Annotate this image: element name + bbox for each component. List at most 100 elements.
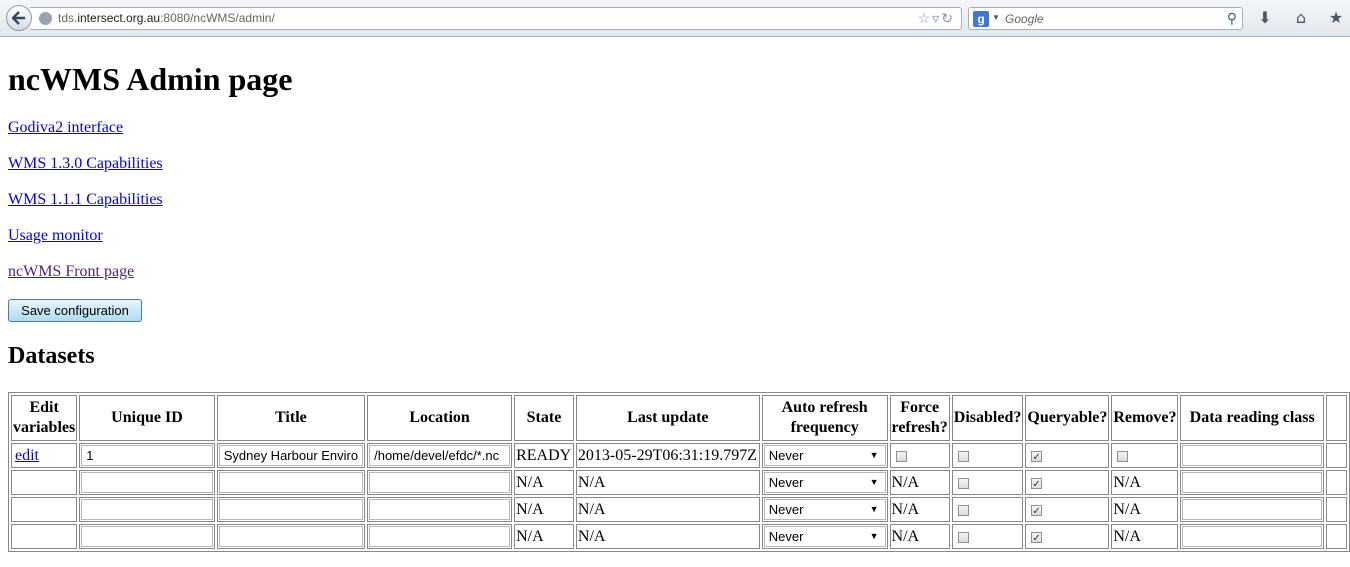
remove-checkbox[interactable] xyxy=(1117,450,1129,462)
data-class-input[interactable] xyxy=(1182,499,1322,520)
datasets-heading: Datasets xyxy=(8,343,95,369)
queryable-checkbox[interactable] xyxy=(1031,528,1043,549)
state-cell: N/A xyxy=(514,497,574,522)
col-edit-variables: Edit variables xyxy=(11,395,78,441)
last-update-cell: N/A xyxy=(575,524,760,549)
queryable-checkbox[interactable] xyxy=(1031,474,1043,495)
overflow-cell xyxy=(1325,443,1347,468)
datasets-table-wrap: Edit variables Unique ID Title Location S… xyxy=(8,392,1350,552)
unique-id-input[interactable]: 1 xyxy=(81,445,213,466)
refresh-cell: Never ▼ xyxy=(761,524,888,549)
location-cell xyxy=(367,524,513,549)
back-arrow-icon xyxy=(12,11,25,25)
select-value: Never xyxy=(768,502,804,517)
address-bar[interactable]: tds.intersect.org.au:8080/ncWMS/admin/ ☆… xyxy=(30,7,962,30)
disabled-cell xyxy=(951,443,1024,468)
header-text: variables xyxy=(13,419,76,436)
force-refresh-cell xyxy=(889,443,950,468)
bookmarks-icon[interactable]: ★ xyxy=(1326,8,1346,28)
data-class-input[interactable] xyxy=(1182,445,1322,466)
page-title: ncWMS Admin page xyxy=(8,61,293,97)
queryable-checkbox[interactable] xyxy=(1031,501,1043,522)
select-value: Never xyxy=(768,529,804,544)
data-class-input[interactable] xyxy=(1182,472,1322,493)
col-force-refresh: Force refresh? xyxy=(889,395,950,441)
datasets-table: Edit variables Unique ID Title Location S… xyxy=(8,392,1350,552)
disabled-checkbox[interactable] xyxy=(957,504,969,516)
table-row: N/A N/A Never ▼ N/A N/A xyxy=(11,470,1347,495)
link-godiva2[interactable]: Godiva2 interface xyxy=(8,119,123,137)
remove-cell: N/A xyxy=(1111,524,1179,549)
title-input[interactable] xyxy=(218,472,364,493)
edit-cell xyxy=(11,470,78,495)
queryable-cell xyxy=(1025,443,1110,468)
location-input[interactable]: /home/devel/efdc/*.nc xyxy=(369,445,511,466)
force-refresh-checkbox[interactable] xyxy=(895,450,907,462)
edit-variables-link[interactable]: edit xyxy=(15,447,39,464)
refresh-frequency-select[interactable]: Never ▼ xyxy=(763,445,886,466)
col-location: Location xyxy=(367,395,513,441)
title-cell xyxy=(216,470,366,495)
unique-id-cell: 1 xyxy=(79,443,215,468)
search-bar[interactable]: g ▼ Google ⚲ xyxy=(968,7,1243,30)
force-refresh-cell: N/A xyxy=(889,470,950,495)
unique-id-input[interactable] xyxy=(81,472,213,493)
state-cell: N/A xyxy=(514,470,574,495)
refresh-frequency-select[interactable]: Never ▼ xyxy=(763,526,886,547)
state-cell: READY xyxy=(514,443,574,468)
title-input[interactable]: Sydney Harbour Enviro xyxy=(218,445,364,466)
title-cell xyxy=(216,497,366,522)
link-wms111-capabilities[interactable]: WMS 1.1.1 Capabilities xyxy=(8,191,163,209)
save-configuration-button[interactable]: Save configuration xyxy=(8,299,142,322)
location-input[interactable] xyxy=(369,472,511,493)
title-input[interactable] xyxy=(218,526,364,547)
remove-cell: N/A xyxy=(1111,470,1179,495)
search-magnifier-icon[interactable]: ⚲ xyxy=(1227,10,1237,27)
search-placeholder[interactable]: Google xyxy=(1005,12,1044,26)
header-text: frequency xyxy=(790,419,859,436)
disabled-checkbox[interactable] xyxy=(957,477,969,489)
col-unique-id: Unique ID xyxy=(79,395,215,441)
link-usage-monitor[interactable]: Usage monitor xyxy=(8,227,103,245)
col-last-update: Last update xyxy=(575,395,760,441)
download-icon[interactable]: ⬇ xyxy=(1255,8,1275,28)
header-text: Auto refresh xyxy=(781,399,868,416)
location-cell: /home/devel/efdc/*.nc xyxy=(367,443,513,468)
refresh-frequency-select[interactable]: Never ▼ xyxy=(763,472,886,493)
unique-id-input[interactable] xyxy=(81,499,213,520)
url-bar-icons: ☆▿↻ xyxy=(918,10,955,27)
back-button[interactable] xyxy=(6,5,32,31)
google-logo-icon[interactable]: g xyxy=(973,11,989,27)
unique-id-cell xyxy=(79,524,215,549)
title-input[interactable] xyxy=(218,499,364,520)
reload-icon[interactable]: ↻ xyxy=(941,10,955,26)
dropdown-arrow-icon: ▼ xyxy=(869,531,879,541)
link-wms130-capabilities[interactable]: WMS 1.3.0 Capabilities xyxy=(8,155,163,173)
home-icon[interactable]: ⌂ xyxy=(1291,8,1311,28)
refresh-cell: Never ▼ xyxy=(761,470,888,495)
queryable-checkbox[interactable] xyxy=(1031,447,1043,468)
disabled-checkbox[interactable] xyxy=(957,531,969,543)
history-dropdown-icon[interactable]: ▿ xyxy=(932,10,941,26)
location-input[interactable] xyxy=(369,499,511,520)
col-remove: Remove? xyxy=(1111,395,1179,441)
disabled-cell xyxy=(951,470,1024,495)
header-text: Force xyxy=(900,399,940,416)
location-cell xyxy=(367,497,513,522)
remove-cell: N/A xyxy=(1111,497,1179,522)
location-input[interactable] xyxy=(369,526,511,547)
url-prefix: tds. xyxy=(58,11,78,25)
link-front-page[interactable]: ncWMS Front page xyxy=(8,263,134,281)
table-row: N/A N/A Never ▼ N/A N/A xyxy=(11,497,1347,522)
unique-id-input[interactable] xyxy=(81,526,213,547)
data-class-input[interactable] xyxy=(1182,526,1322,547)
url-path: :8080/ncWMS/admin/ xyxy=(160,11,275,25)
disabled-checkbox[interactable] xyxy=(957,450,969,462)
browser-toolbar: tds.intersect.org.au:8080/ncWMS/admin/ ☆… xyxy=(0,0,1350,37)
refresh-frequency-select[interactable]: Never ▼ xyxy=(763,499,886,520)
dropdown-arrow-icon: ▼ xyxy=(869,504,879,514)
bookmark-star-icon[interactable]: ☆ xyxy=(918,10,933,26)
search-engine-dropdown-icon[interactable]: ▼ xyxy=(992,13,1000,22)
url-text[interactable]: tds.intersect.org.au:8080/ncWMS/admin/ xyxy=(58,11,275,25)
col-auto-refresh: Auto refresh frequency xyxy=(761,395,888,441)
